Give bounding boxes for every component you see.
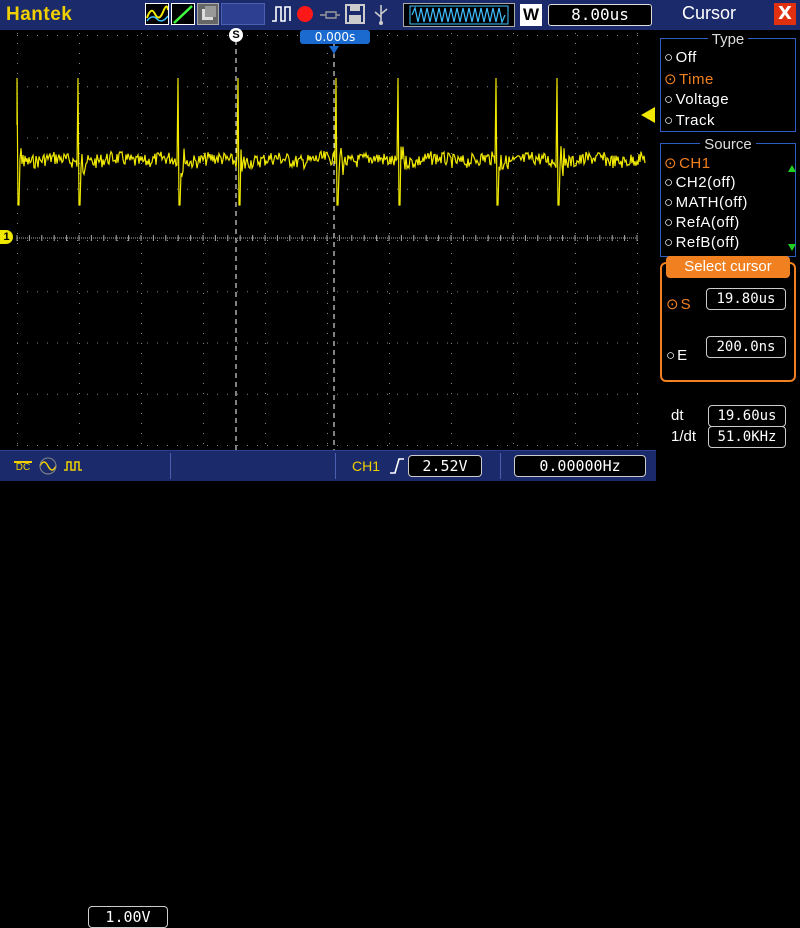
- waveform-overview[interactable]: [403, 3, 515, 27]
- close-icon[interactable]: X: [774, 3, 796, 25]
- panel-title: Cursor: [682, 3, 737, 23]
- separator: [500, 453, 501, 479]
- radio-selected-icon: ⊙: [664, 71, 678, 88]
- radio-icon: ○: [664, 174, 674, 191]
- type-option[interactable]: ⊙ Time: [664, 70, 714, 88]
- trigger-level-display[interactable]: 2.52V: [408, 455, 482, 477]
- waveform-display[interactable]: 0.000s S 1: [0, 28, 656, 450]
- radio-selected-icon: ⊙: [664, 155, 678, 172]
- ch1-volts-div[interactable]: 1.00V: [88, 906, 168, 928]
- type-group-title: Type: [707, 31, 749, 48]
- top-toolbar: Hantek W 8.00us: [0, 0, 656, 31]
- sine-wave-icon[interactable]: [145, 3, 169, 25]
- dt-label: dt: [671, 407, 684, 424]
- save-icon[interactable]: [344, 3, 366, 25]
- type-option-label: Voltage: [675, 91, 730, 108]
- zoom-button[interactable]: W: [520, 4, 542, 26]
- type-option-label: Track: [675, 112, 716, 129]
- trigger-position-badge[interactable]: 0.000s: [300, 30, 370, 44]
- cursor-s-marker[interactable]: S: [229, 28, 243, 42]
- source-option[interactable]: ○ CH2(off): [664, 174, 736, 191]
- radio-icon: ○: [664, 112, 674, 129]
- type-option-label: Off: [675, 49, 697, 66]
- rising-edge-icon[interactable]: [388, 456, 406, 480]
- panel-title-bar: Cursor X: [656, 0, 800, 30]
- radio-icon: ○: [664, 91, 674, 108]
- trigger-channel-label: CH1: [352, 458, 381, 474]
- cursor-s-label: S: [680, 296, 691, 313]
- ch1-trace: [16, 77, 646, 206]
- cursor-s-value[interactable]: 19.80us: [706, 288, 786, 310]
- trigger-level-marker[interactable]: [641, 107, 655, 123]
- cursor-e-value[interactable]: 200.0ns: [706, 336, 786, 358]
- type-option[interactable]: ○ Track: [664, 112, 715, 129]
- cursor-s-option[interactable]: ⊙ S: [666, 295, 691, 313]
- source-option[interactable]: ○ MATH(off): [664, 194, 748, 211]
- inv-dt-label: 1/dt: [671, 428, 697, 445]
- separator: [170, 453, 171, 479]
- source-option-label: MATH(off): [675, 194, 748, 211]
- bandwidth-icon[interactable]: [62, 456, 84, 480]
- blank-slot: [221, 3, 265, 25]
- scroll-down-icon[interactable]: [788, 244, 796, 251]
- source-option[interactable]: ⊙ CH1: [664, 154, 711, 172]
- cursor-e-label: E: [677, 347, 688, 364]
- radio-icon: ○: [664, 214, 674, 231]
- pulse-icon[interactable]: [270, 3, 292, 25]
- brand-logo: Hantek: [6, 4, 73, 25]
- select-cursor-group: [660, 262, 796, 382]
- source-option-label: CH2(off): [675, 174, 736, 191]
- record-icon[interactable]: [294, 3, 316, 25]
- scroll-up-icon[interactable]: [788, 165, 796, 172]
- source-option-label: RefB(off): [675, 234, 740, 251]
- frequency-counter: 0.00000Hz: [514, 455, 646, 477]
- radio-icon: ○: [664, 194, 674, 211]
- radio-icon: ○: [666, 347, 676, 364]
- scope-grid: [16, 33, 646, 450]
- source-option[interactable]: ○ RefB(off): [664, 234, 740, 251]
- source-option[interactable]: ○ RefA(off): [664, 214, 740, 231]
- type-option[interactable]: ○ Off: [664, 49, 697, 66]
- persistence-icon[interactable]: [197, 3, 219, 25]
- source-option-label: RefA(off): [675, 214, 740, 231]
- dt-value: 19.60us: [708, 405, 786, 427]
- coupling-dc-icon[interactable]: DC: [14, 457, 32, 473]
- source-option-label: CH1: [679, 155, 711, 172]
- inv-dt-value: 51.0KHz: [708, 426, 786, 448]
- radio-icon: ○: [664, 49, 674, 66]
- radio-selected-icon: ⊙: [666, 296, 679, 313]
- type-option-label: Time: [679, 71, 714, 88]
- coupling-ac-icon[interactable]: [38, 456, 58, 480]
- usb-icon[interactable]: [370, 3, 392, 25]
- type-option[interactable]: ○ Voltage: [664, 91, 729, 108]
- probe-icon[interactable]: [318, 3, 340, 25]
- source-group-title: Source: [700, 136, 756, 153]
- radio-icon: ○: [664, 234, 674, 251]
- select-cursor-title: Select cursor: [666, 256, 790, 278]
- timebase-display[interactable]: 8.00us: [548, 4, 652, 26]
- separator: [335, 453, 336, 479]
- cursor-e-option[interactable]: ○ E: [666, 347, 687, 364]
- ramp-icon[interactable]: [171, 3, 195, 25]
